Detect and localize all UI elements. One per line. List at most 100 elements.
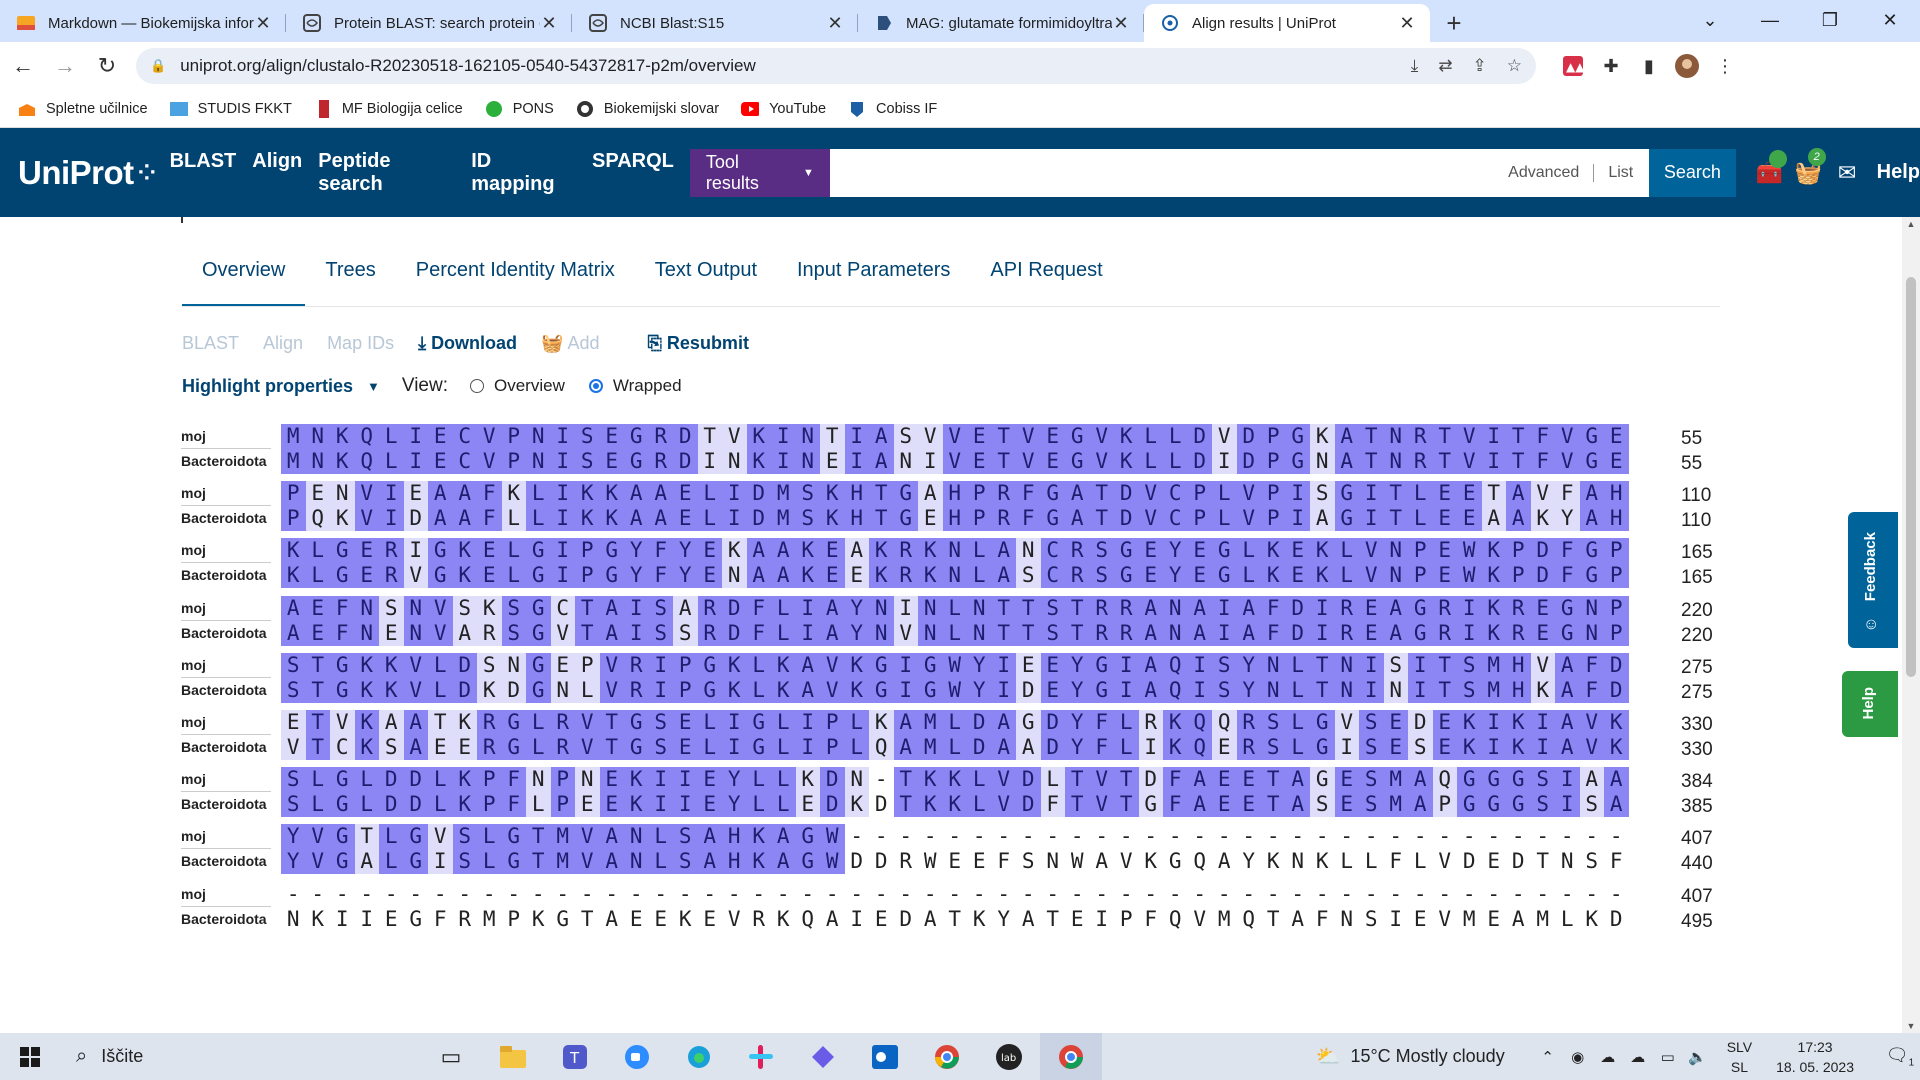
list-search-link[interactable]: List (1608, 164, 1633, 182)
bookmark-spletne-ucilnice[interactable]: Spletne učilnice (18, 100, 148, 118)
chrome-icon[interactable] (916, 1033, 978, 1080)
menu-icon[interactable]: ⋮ (1706, 56, 1744, 77)
close-icon[interactable]: ✕ (1398, 13, 1416, 34)
outlook-icon[interactable] (854, 1033, 916, 1080)
bookmark-youtube[interactable]: YouTube (741, 100, 826, 118)
edge-icon[interactable] (668, 1033, 730, 1080)
nav-blast[interactable]: BLAST (170, 150, 237, 196)
nav-align[interactable]: Align (252, 150, 302, 196)
address-bar[interactable]: 🔒 uniprot.org/align/clustalo-R20230518-1… (136, 48, 1536, 84)
weather-widget[interactable]: ⛅ 15°C Mostly cloudy (1316, 1044, 1505, 1069)
reload-icon[interactable]: ↻ (88, 47, 126, 85)
align-button[interactable]: Align (263, 333, 303, 354)
close-icon[interactable]: ✕ (826, 13, 844, 34)
browser-tab-3[interactable]: MAG: glutamate formimidoyltran ✕ (858, 4, 1144, 42)
mail-icon[interactable]: ✉ (1828, 160, 1867, 186)
language-indicator[interactable]: SLV SL (1727, 1037, 1752, 1077)
scroll-up-icon[interactable]: ▲ (1902, 219, 1920, 229)
close-window-icon[interactable]: ✕ (1860, 0, 1920, 40)
close-icon[interactable]: ✕ (540, 13, 558, 34)
teams-icon[interactable]: T (544, 1033, 606, 1080)
help-link[interactable]: Help (1877, 161, 1920, 184)
record-icon[interactable]: ◉ (1563, 1048, 1593, 1066)
lang-top: SLV (1726, 1038, 1753, 1055)
restore-icon[interactable]: ❐ (1800, 0, 1860, 40)
feedback-tab[interactable]: Feedback ☺ (1848, 512, 1898, 648)
resubmit-button[interactable]: ⎘ Resubmit (648, 333, 749, 354)
lock-icon[interactable]: 🔒 (150, 58, 166, 74)
tab-trees[interactable]: Trees (305, 253, 395, 306)
download-button[interactable]: ⤓ Download (418, 333, 517, 354)
extension-red-icon[interactable]: ▲▲ (1554, 56, 1592, 76)
file-explorer-icon[interactable] (482, 1033, 544, 1080)
help-tab[interactable]: Help (1842, 671, 1898, 737)
browser-tab-0[interactable]: Markdown — Biokemijska inform ✕ (0, 4, 286, 42)
tab-input-parameters[interactable]: Input Parameters (777, 253, 970, 306)
clock[interactable]: 17:23 18. 05. 2023 (1776, 1037, 1854, 1077)
forward-icon[interactable]: → (46, 47, 84, 85)
tab-search-icon[interactable]: ⌄ (1680, 0, 1740, 40)
avatar[interactable] (1668, 54, 1706, 78)
minimize-icon[interactable]: — (1740, 0, 1800, 40)
zoom-icon[interactable] (606, 1033, 668, 1080)
sidepanel-icon[interactable]: ▮ (1630, 56, 1668, 77)
view-wrapped-label[interactable]: Wrapped (613, 376, 682, 396)
new-tab-button[interactable]: + (1436, 4, 1472, 42)
bookmark-biokemijski-slovar[interactable]: Biokemijski slovar (576, 100, 719, 118)
search-button[interactable]: Search (1649, 148, 1736, 197)
share-icon[interactable]: ⇪ (1473, 56, 1487, 76)
map-ids-button[interactable]: Map IDs (327, 333, 394, 354)
tab-percent-identity-matrix[interactable]: Percent Identity Matrix (396, 253, 635, 306)
advanced-search-link[interactable]: Advanced (1508, 164, 1579, 182)
bookmark-cobiss[interactable]: Cobiss IF (848, 100, 937, 118)
uniprot-logo[interactable]: UniProt ⁘ (18, 154, 156, 192)
bookmark-pons[interactable]: PONS (485, 100, 554, 118)
highlight-properties-dropdown[interactable]: Highlight properties (182, 376, 353, 397)
translate-icon[interactable]: ⇄ (1438, 56, 1452, 76)
battery-icon[interactable]: ▭ (1653, 1048, 1683, 1066)
tab-text-output[interactable]: Text Output (635, 253, 777, 306)
install-icon[interactable]: ⤓ (1411, 56, 1419, 76)
chrome-profile-icon[interactable] (1040, 1033, 1102, 1080)
windows-start-icon[interactable] (0, 1046, 60, 1067)
notifications-icon[interactable]: 🗨1 (1880, 1045, 1920, 1069)
toolbox-icon[interactable]: 🧰 (1750, 149, 1789, 186)
scroll-down-icon[interactable]: ▼ (1902, 1021, 1920, 1031)
chevron-up-icon[interactable]: ⌃ (1533, 1048, 1563, 1066)
page-scrollbar[interactable]: ▲ ▼ (1902, 217, 1920, 1033)
taskbar-search[interactable]: ⌕ Iščite (60, 1033, 320, 1080)
nav-peptide-search[interactable]: Peptide search (318, 150, 455, 196)
onedrive-icon[interactable]: ☁ (1593, 1048, 1623, 1066)
blast-button[interactable]: BLAST (182, 333, 239, 354)
caret-down-icon[interactable]: ▼ (367, 379, 380, 394)
close-icon[interactable]: ✕ (254, 13, 272, 34)
volume-icon[interactable]: 🔈 (1683, 1048, 1713, 1066)
task-view-icon[interactable]: ▭ (420, 1033, 482, 1080)
bookmark-studis[interactable]: STUDIS FKKT (169, 100, 292, 118)
basket-icon[interactable]: 🧺 2 (1789, 147, 1828, 186)
tab-overview[interactable]: Overview (182, 253, 306, 306)
browser-tab-2[interactable]: NCBI Blast:S15 ✕ (572, 4, 858, 42)
star-icon[interactable]: ☆ (1507, 56, 1522, 76)
lab-app-icon[interactable]: lab (978, 1033, 1040, 1080)
tool-results-dropdown[interactable]: Tool results ▼ (689, 148, 830, 197)
close-icon[interactable]: ✕ (1112, 13, 1130, 34)
back-icon[interactable]: ← (4, 47, 42, 85)
nav-id-mapping[interactable]: ID mapping (471, 150, 576, 196)
cloud-icon[interactable]: ☁ (1623, 1048, 1653, 1066)
browser-tab-1[interactable]: Protein BLAST: search protein da ✕ (286, 4, 572, 42)
puzzle-icon[interactable]: ✚ (1592, 56, 1630, 77)
add-button[interactable]: 🧺 Add (541, 333, 623, 354)
view-wrapped-radio[interactable] (588, 379, 603, 393)
search-input[interactable]: Advanced List (829, 148, 1650, 197)
bookmark-mf-biologija[interactable]: MF Biologija celice (314, 99, 463, 118)
scrollbar-thumb[interactable] (1906, 277, 1916, 677)
view-overview-radio[interactable] (470, 379, 484, 393)
browser-tab-4[interactable]: Align results | UniProt ✕ (1144, 4, 1430, 42)
nav-sparql[interactable]: SPARQL (592, 150, 674, 196)
tab-api-request[interactable]: API Request (970, 253, 1122, 306)
app-icon[interactable] (792, 1033, 854, 1080)
view-overview-label[interactable]: Overview (494, 376, 565, 396)
slack-icon[interactable] (730, 1033, 792, 1080)
url-text[interactable]: uniprot.org/align/clustalo-R20230518-162… (180, 56, 1391, 76)
